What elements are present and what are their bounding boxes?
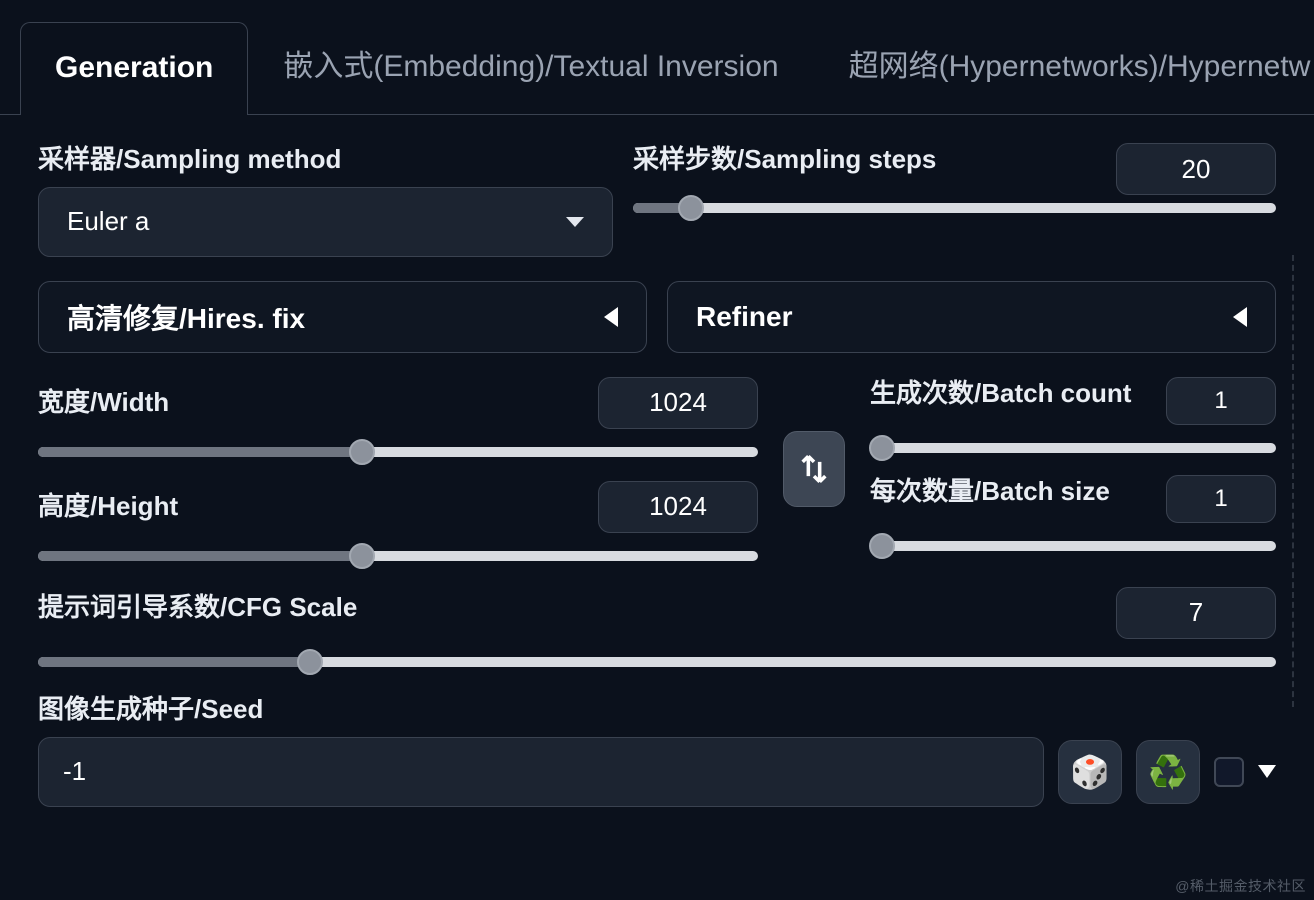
cfg-scale-input[interactable]: 7 [1116,587,1276,639]
width-label: 宽度/Width [38,386,169,420]
panel-divider [1292,255,1294,707]
chevron-down-icon [566,217,584,227]
triangle-left-icon [1233,307,1247,327]
seed-random-button[interactable]: 🎲 [1058,740,1122,804]
width-slider[interactable] [38,447,758,457]
batch-size-slider[interactable] [870,541,1276,551]
batch-count-label: 生成次数/Batch count [870,377,1148,411]
tab-hypernetworks[interactable]: 超网络(Hypernetworks)/Hypernetw [814,12,1314,115]
dice-icon: 🎲 [1070,753,1110,791]
sampling-steps-input[interactable]: 20 [1116,143,1276,195]
sampling-steps-label: 采样步数/Sampling steps [633,143,936,177]
batch-size-input[interactable]: 1 [1166,475,1276,523]
seed-extra-checkbox[interactable] [1214,757,1244,787]
batch-count-input[interactable]: 1 [1166,377,1276,425]
batch-size-label: 每次数量/Batch size [870,475,1148,509]
generation-panel: 采样器/Sampling method Euler a 采样步数/Samplin… [0,115,1314,827]
recycle-icon: ♻️ [1148,753,1188,791]
watermark-text: @稀土掘金技术社区 [1175,876,1306,896]
cfg-scale-label: 提示词引导系数/CFG Scale [38,591,357,625]
tab-generation[interactable]: Generation [20,22,248,115]
refiner-accordion[interactable]: Refiner [667,281,1276,353]
triangle-left-icon [604,307,618,327]
tab-textual-inversion[interactable]: 嵌入式(Embedding)/Textual Inversion [248,12,813,115]
tab-bar: Generation 嵌入式(Embedding)/Textual Invers… [0,0,1314,115]
seed-input[interactable] [38,737,1044,807]
hires-fix-accordion[interactable]: 高清修复/Hires. fix [38,281,647,353]
swap-arrows-icon [797,452,831,486]
height-input[interactable]: 1024 [598,481,758,533]
seed-extra-toggle[interactable] [1258,765,1276,778]
height-label: 高度/Height [38,490,178,524]
hires-fix-label: 高清修复/Hires. fix [67,297,305,337]
sampling-method-label: 采样器/Sampling method [38,143,613,177]
refiner-label: Refiner [696,301,792,333]
batch-count-slider[interactable] [870,443,1276,453]
width-input[interactable]: 1024 [598,377,758,429]
seed-reuse-button[interactable]: ♻️ [1136,740,1200,804]
sampling-steps-slider[interactable] [633,203,1276,213]
seed-label: 图像生成种子/Seed [38,693,1276,727]
sampling-method-value: Euler a [67,206,149,237]
swap-dimensions-button[interactable] [783,431,845,507]
cfg-scale-slider[interactable] [38,657,1276,667]
sampling-method-select[interactable]: Euler a [38,187,613,257]
height-slider[interactable] [38,551,758,561]
